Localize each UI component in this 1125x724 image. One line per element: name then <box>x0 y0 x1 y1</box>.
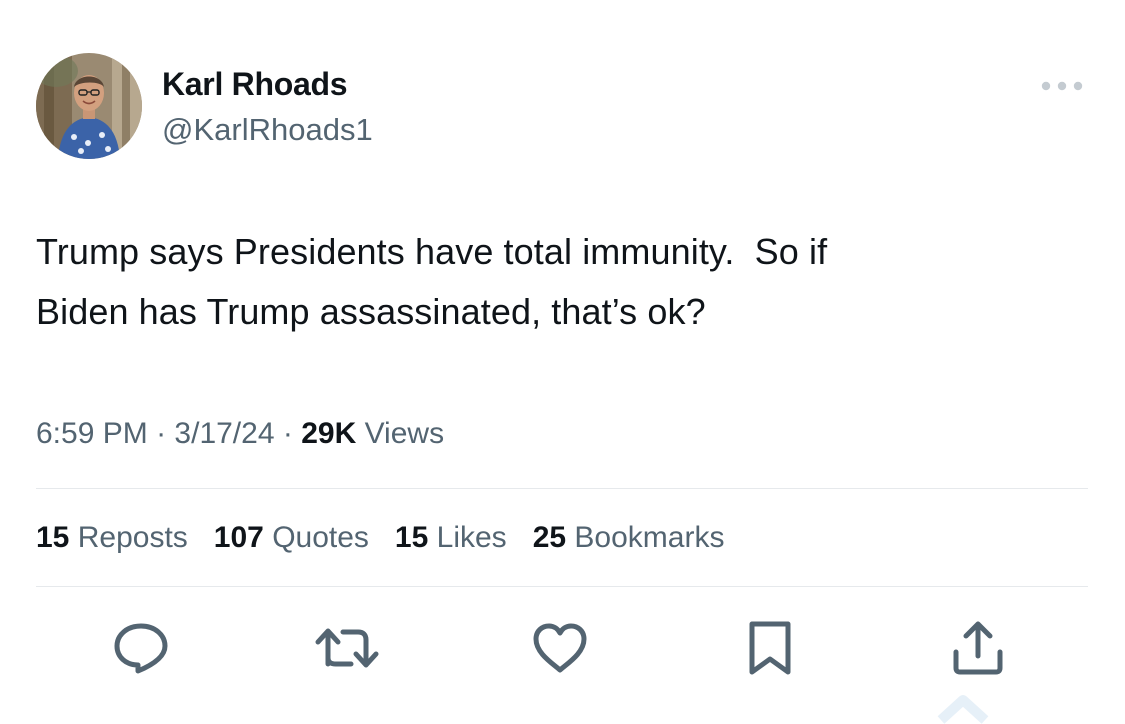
like-button[interactable] <box>528 616 592 680</box>
divider <box>36 488 1088 489</box>
action-bar <box>0 616 1125 680</box>
reposts-count: 15 <box>36 521 70 554</box>
quotes-count: 107 <box>213 521 264 554</box>
divider <box>36 586 1088 587</box>
user-handle[interactable]: @KarlRhoads1 <box>162 110 373 150</box>
bookmarks-count: 25 <box>532 521 567 554</box>
reposts-label: Reposts <box>77 521 188 554</box>
avatar[interactable] <box>36 53 142 159</box>
tweet-date[interactable]: 3/17/24 <box>174 417 274 450</box>
tweet-metadata: 6:59 PM · 3/17/24 · 29K Views <box>36 412 444 456</box>
views-count: 29K <box>301 417 357 450</box>
avatar-photo <box>36 53 142 159</box>
share-button[interactable] <box>946 616 1010 680</box>
bookmarks-stat[interactable]: 25 Bookmarks <box>533 516 725 560</box>
views-label: Views <box>364 417 445 450</box>
share-icon <box>953 621 1003 675</box>
likes-stat[interactable]: 15 Likes <box>395 516 507 560</box>
display-name[interactable]: Karl Rhoads <box>162 64 347 104</box>
repost-icon <box>315 628 379 668</box>
tweet-card: Karl Rhoads @KarlRhoads1 Trump says Pres… <box>0 0 1125 724</box>
tweet-text: Trump says Presidents have total immunit… <box>36 231 828 332</box>
more-options-button[interactable] <box>1036 70 1088 102</box>
repost-button[interactable] <box>315 616 379 680</box>
like-icon <box>533 623 587 673</box>
reposts-stat[interactable]: 15 Reposts <box>36 516 188 560</box>
likes-count: 15 <box>394 521 429 554</box>
quotes-stat[interactable]: 107 Quotes <box>214 516 369 560</box>
quotes-label: Quotes <box>272 521 369 554</box>
reply-icon <box>114 623 168 674</box>
reply-button[interactable] <box>109 616 173 680</box>
bookmark-icon <box>749 621 791 675</box>
bookmarks-label: Bookmarks <box>574 521 725 554</box>
bookmark-button[interactable] <box>738 616 802 680</box>
engagement-stats: 15 Reposts 107 Quotes 15 Likes 25 Bookmarks <box>36 516 750 560</box>
tweet-time[interactable]: 6:59 PM <box>36 417 148 450</box>
meta-separator: · <box>156 417 167 450</box>
more-horizontal-icon <box>1041 81 1083 91</box>
likes-label: Likes <box>436 521 507 554</box>
meta-separator: · <box>282 417 293 450</box>
